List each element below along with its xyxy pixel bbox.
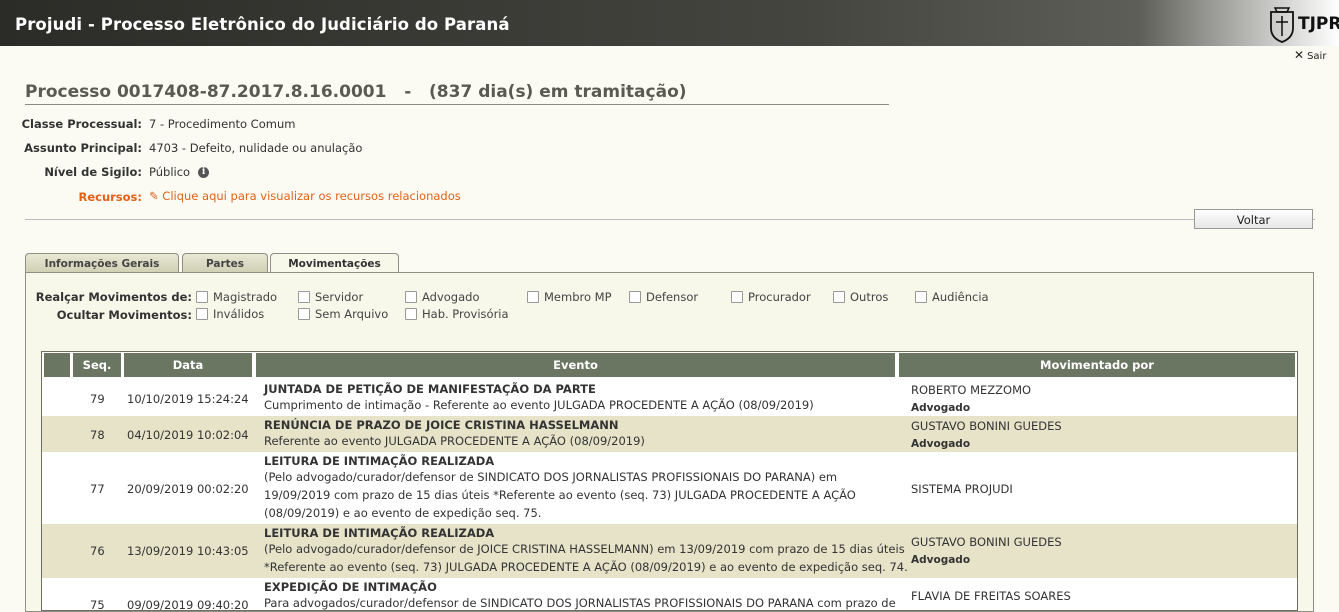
back-button[interactable]: Voltar [1194, 209, 1313, 229]
mover-role: Advogado [911, 438, 971, 450]
tab-movimentacoes[interactable]: Movimentações [270, 253, 399, 274]
event-desc: Referente ao evento JULGADA PROCEDENTE A… [264, 434, 645, 448]
checkbox[interactable] [915, 291, 927, 303]
tab-partes[interactable]: Partes [182, 253, 268, 273]
section-divider [25, 219, 1315, 220]
cell-who: GUSTAVO BONINI GUEDES Advogado [911, 535, 1062, 566]
checkbox[interactable] [833, 291, 845, 303]
table-row[interactable]: 77 20/09/2019 00:02:20 LEITURA DE INTIMA… [42, 452, 1297, 524]
close-icon: ✕ [1294, 48, 1305, 62]
event-desc-line: (Pelo advogado/curador/defensor de JOICE… [264, 542, 905, 556]
info-icon[interactable]: i [198, 167, 210, 178]
cell-date: 10/10/2019 15:24:24 [127, 392, 249, 406]
pencil-icon: ✎ [149, 189, 159, 203]
cell-who: ROBERTO MEZZOMO Advogado [911, 383, 1031, 414]
cell-seq: 79 [90, 392, 105, 406]
field-value-classe: 7 - Procedimento Comum [149, 117, 296, 131]
header-seq[interactable]: Seq. [73, 353, 121, 377]
checkbox[interactable] [196, 291, 208, 303]
event-title: JUNTADA DE PETIÇÃO DE MANIFESTAÇÃO DA PA… [264, 382, 596, 396]
mover-name: GUSTAVO BONINI GUEDES [911, 535, 1062, 549]
logout-link[interactable]: ✕ Sair [1294, 48, 1326, 62]
header-select-column [44, 353, 70, 377]
checkbox[interactable] [629, 291, 641, 303]
mover-name: FLAVIA DE FREITAS SOARES [911, 589, 1071, 603]
table-row[interactable]: 76 13/09/2019 10:43:05 LEITURA DE INTIMA… [42, 524, 1297, 578]
filter-hab-provisoria[interactable]: Hab. Provisória [405, 307, 509, 321]
event-title: RENÚNCIA DE PRAZO DE JOICE CRISTINA HASS… [264, 418, 619, 432]
process-title: Processo 0017408-87.2017.8.16.0001 - (83… [25, 82, 687, 102]
field-label-assunto: Assunto Principal: [24, 141, 142, 155]
filter-servidor[interactable]: Servidor [298, 290, 363, 304]
table-row[interactable]: 79 10/10/2019 15:24:24 JUNTADA DE PETIÇÃ… [42, 379, 1297, 416]
event-desc-line: 19/09/2019 com prazo de 15 dias úteis *R… [264, 488, 856, 502]
checkbox[interactable] [196, 308, 208, 320]
cell-date: 13/09/2019 10:43:05 [127, 544, 249, 558]
app-title: Projudi - Processo Eletrônico do Judiciá… [15, 15, 510, 34]
recursos-link[interactable]: ✎ Clique aqui para visualizar os recurso… [149, 189, 461, 203]
event-desc: Cumprimento de intimação - Referente ao … [264, 398, 814, 412]
header-movimentado-por[interactable]: Movimentado por [899, 353, 1295, 377]
field-label-sigilo: Nível de Sigilo: [44, 165, 142, 179]
mover-name: GUSTAVO BONINI GUEDES [911, 419, 1062, 433]
field-label-classe: Classe Processual: [21, 117, 142, 131]
checkbox[interactable] [731, 291, 743, 303]
header-data[interactable]: Data [124, 353, 252, 377]
cell-who: GUSTAVO BONINI GUEDES Advogado [911, 419, 1062, 450]
event-title: LEITURA DE INTIMAÇÃO REALIZADA [264, 526, 495, 540]
cell-date: 20/09/2019 00:02:20 [127, 482, 249, 496]
mover-role: Advogado [911, 402, 971, 414]
header-evento[interactable]: Evento [256, 353, 895, 377]
mover-role: Advogado [911, 554, 971, 566]
event-desc-line: (Pelo advogado/curador/defensor de SINDI… [264, 470, 838, 484]
event-desc: Para advogados/curador/defensor de SINDI… [264, 596, 896, 610]
field-value-sigilo: Público i [149, 165, 210, 179]
checkbox[interactable] [527, 291, 539, 303]
top-bar: Projudi - Processo Eletrônico do Judiciá… [0, 0, 1339, 46]
tjpr-logo-text: TJPR [1298, 14, 1339, 34]
cell-event[interactable]: RENÚNCIA DE PRAZO DE JOICE CRISTINA HASS… [264, 418, 645, 450]
recursos-label: Recursos: [78, 190, 142, 204]
cell-who: FLAVIA DE FREITAS SOARES [911, 589, 1071, 603]
filter-audiencia[interactable]: Audiência [915, 290, 989, 304]
cell-date: 09/09/2019 09:40:20 [127, 598, 249, 612]
checkbox[interactable] [405, 291, 417, 303]
cell-event[interactable]: EXPEDIÇÃO DE INTIMAÇÃO Para advogados/cu… [264, 580, 896, 612]
event-title: LEITURA DE INTIMAÇÃO REALIZADA [264, 454, 495, 468]
event-title: EXPEDIÇÃO DE INTIMAÇÃO [264, 580, 437, 594]
mover-name: SISTEMA PROJUDI [911, 482, 1013, 496]
cell-event[interactable]: LEITURA DE INTIMAÇÃO REALIZADA (Pelo adv… [264, 454, 856, 522]
mover-name: ROBERTO MEZZOMO [911, 383, 1032, 397]
hide-filter-label: Ocultar Movimentos: [56, 308, 192, 322]
cell-seq: 75 [90, 598, 105, 612]
cell-who: SISTEMA PROJUDI [911, 482, 1013, 496]
filter-procurador[interactable]: Procurador [731, 290, 811, 304]
cell-seq: 77 [90, 482, 105, 496]
checkbox[interactable] [298, 291, 310, 303]
process-number: Processo 0017408-87.2017.8.16.0001 [25, 82, 387, 102]
cell-event[interactable]: LEITURA DE INTIMAÇÃO REALIZADA (Pelo adv… [264, 526, 908, 576]
filter-magistrado[interactable]: Magistrado [196, 290, 277, 304]
field-value-assunto: 4703 - Defeito, nulidade ou anulação [149, 141, 363, 155]
cell-seq: 76 [90, 544, 105, 558]
checkbox[interactable] [298, 308, 310, 320]
tab-informacoes-gerais[interactable]: Informações Gerais [25, 253, 179, 273]
filter-sem-arquivo[interactable]: Sem Arquivo [298, 307, 388, 321]
table-row[interactable]: 78 04/10/2019 10:02:04 RENÚNCIA DE PRAZO… [42, 416, 1297, 452]
event-desc-line: (08/09/2019) e ao evento de expedição se… [264, 506, 542, 520]
filter-outros[interactable]: Outros [833, 290, 888, 304]
cell-date: 04/10/2019 10:02:04 [127, 428, 249, 442]
cell-event[interactable]: JUNTADA DE PETIÇÃO DE MANIFESTAÇÃO DA PA… [264, 382, 814, 414]
process-days: (837 dia(s) em tramitação) [429, 82, 687, 102]
title-divider [25, 104, 889, 105]
event-desc-line: *Referente ao evento (seq. 73) JULGADA P… [264, 560, 908, 574]
filter-invalidos[interactable]: Inválidos [196, 307, 264, 321]
cell-seq: 78 [90, 428, 105, 442]
filter-defensor[interactable]: Defensor [629, 290, 698, 304]
checkbox[interactable] [405, 308, 417, 320]
filter-advogado[interactable]: Advogado [405, 290, 480, 304]
filter-membro-mp[interactable]: Membro MP [527, 290, 612, 304]
highlight-filter-label: Realçar Movimentos de: [35, 290, 192, 304]
table-row[interactable]: 75 09/09/2019 09:40:20 EXPEDIÇÃO DE INTI… [42, 578, 1297, 612]
